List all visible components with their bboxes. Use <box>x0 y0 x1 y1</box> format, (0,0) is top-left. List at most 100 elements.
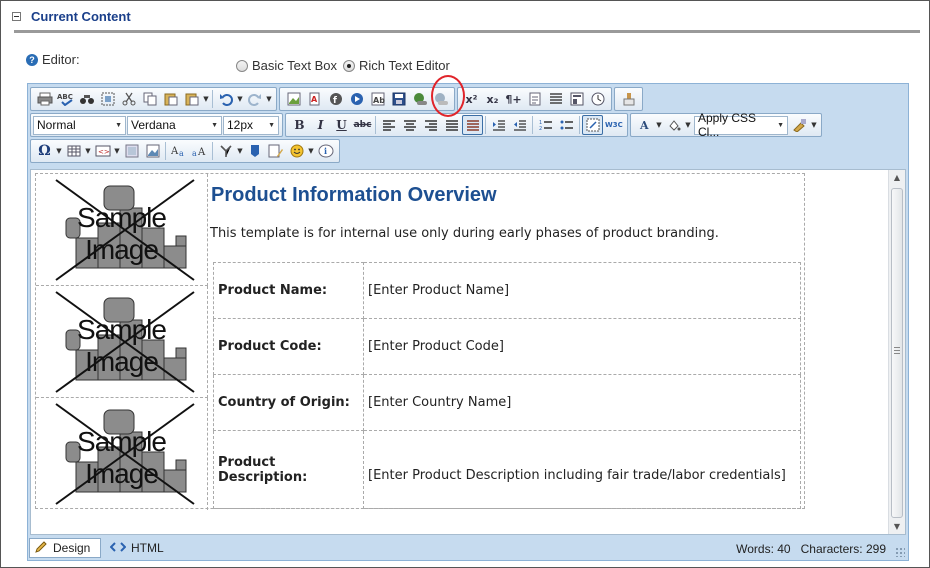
format-code-block-icon[interactable] <box>789 115 810 135</box>
html-mode-tab[interactable]: HTML <box>106 538 168 558</box>
template-manager-icon[interactable]: Ab <box>367 89 388 109</box>
outdent-icon[interactable] <box>509 115 530 135</box>
format-block-select[interactable]: Normal ▼ <box>33 115 126 135</box>
superscript-button[interactable]: x² <box>461 89 482 109</box>
xhtml-validator-icon[interactable]: W3C <box>603 115 624 135</box>
underline-button[interactable]: U <box>331 115 352 135</box>
resize-grip-icon[interactable] <box>895 547 905 557</box>
toggle-borders-icon[interactable] <box>582 115 603 135</box>
product-code-value[interactable]: [Enter Product Code] <box>363 318 801 375</box>
product-name-label[interactable]: Product Name: <box>213 262 364 319</box>
product-description-value[interactable]: [Enter Product Description including fai… <box>363 430 801 509</box>
apply-css-class-select[interactable]: Apply CSS Cl... ▼ <box>694 111 788 139</box>
paste-dropdown-icon[interactable]: ▼ <box>202 95 210 103</box>
numbered-list-icon[interactable]: 12 <box>535 115 556 135</box>
country-of-origin-value[interactable]: [Enter Country Name] <box>363 374 801 431</box>
insert-date-icon[interactable] <box>587 89 608 109</box>
strikethrough-button[interactable]: abc <box>352 115 373 135</box>
image-manager-icon[interactable] <box>283 89 304 109</box>
bold-button[interactable]: B <box>289 115 310 135</box>
rich-text-editor-radio[interactable] <box>343 59 356 72</box>
basic-text-box-radio[interactable] <box>236 59 248 72</box>
svg-text:f: f <box>333 96 337 106</box>
sample-image[interactable]: Sample Image <box>46 290 198 394</box>
paste-icon[interactable] <box>160 89 181 109</box>
help-icon[interactable]: ? <box>26 53 38 66</box>
smiley-dropdown-icon[interactable]: ▼ <box>307 147 315 155</box>
paste-as-text-icon[interactable] <box>524 89 545 109</box>
find-replace-icon[interactable] <box>76 89 97 109</box>
print-icon[interactable] <box>34 89 55 109</box>
align-left-icon[interactable] <box>378 115 399 135</box>
bulleted-list-icon[interactable] <box>556 115 577 135</box>
insert-symbol-icon[interactable]: Ω <box>34 141 55 161</box>
scrollbar-thumb[interactable] <box>891 188 903 518</box>
form-elements-dropdown-icon[interactable]: ▼ <box>236 147 244 155</box>
fore-color-icon[interactable]: A <box>634 115 655 135</box>
subscript-button[interactable]: x₂ <box>482 89 503 109</box>
copy-icon[interactable] <box>139 89 160 109</box>
sample-image[interactable]: Sample Image <box>46 178 198 282</box>
back-color-dropdown-icon[interactable]: ▼ <box>684 121 692 129</box>
design-mode-tab[interactable]: Design <box>29 538 101 558</box>
back-color-icon[interactable] <box>663 115 684 135</box>
spellcheck-icon[interactable]: ABC <box>55 89 76 109</box>
editor-content-area[interactable]: Sample Image Sample Image Sample Image P… <box>30 169 906 535</box>
scroll-down-icon[interactable]: ▼ <box>889 520 905 534</box>
justify-icon[interactable] <box>441 115 462 135</box>
font-size-select[interactable]: 12px ▼ <box>223 115 279 135</box>
format-stripper-icon[interactable] <box>618 89 639 109</box>
insert-custom-link-icon[interactable] <box>244 141 265 161</box>
italic-button[interactable]: I <box>310 115 331 135</box>
smiley-icon[interactable] <box>286 141 307 161</box>
flash-manager-icon[interactable]: f <box>325 89 346 109</box>
undo-dropdown-icon[interactable]: ▼ <box>236 95 244 103</box>
align-justify-options-icon[interactable] <box>545 89 566 109</box>
redo-icon[interactable] <box>244 89 265 109</box>
product-code-label[interactable]: Product Code: <box>213 318 364 375</box>
convert-lowercase-icon[interactable]: Aa <box>168 141 189 161</box>
document-manager-icon[interactable]: A <box>304 89 325 109</box>
document-intro[interactable]: This template is for internal use only d… <box>210 226 719 241</box>
convert-uppercase-icon[interactable]: aA <box>189 141 210 161</box>
redo-dropdown-icon[interactable]: ▼ <box>265 95 273 103</box>
module-manager-icon[interactable] <box>566 89 587 109</box>
image-map-icon[interactable] <box>142 141 163 161</box>
country-of-origin-label[interactable]: Country of Origin: <box>213 374 364 431</box>
hyperlink-icon[interactable] <box>409 89 430 109</box>
indent-icon[interactable] <box>488 115 509 135</box>
page-properties-icon[interactable] <box>265 141 286 161</box>
format-code-dropdown-icon[interactable]: ▼ <box>810 121 818 129</box>
select-all-icon[interactable] <box>97 89 118 109</box>
image-properties-icon[interactable] <box>121 141 142 161</box>
insert-snippet-dropdown-icon[interactable]: ▼ <box>113 147 121 155</box>
insert-snippet-icon[interactable]: <> <box>92 141 113 161</box>
insert-table-dropdown-icon[interactable]: ▼ <box>84 147 92 155</box>
form-elements-icon[interactable] <box>215 141 236 161</box>
insert-table-icon[interactable] <box>63 141 84 161</box>
media-manager-icon[interactable] <box>346 89 367 109</box>
fore-color-dropdown-icon[interactable]: ▼ <box>655 121 663 129</box>
rich-text-editor-label[interactable]: Rich Text Editor <box>359 58 450 73</box>
product-name-value[interactable]: [Enter Product Name] <box>363 262 801 319</box>
undo-icon[interactable] <box>215 89 236 109</box>
paste-options-icon[interactable] <box>181 89 202 109</box>
save-template-icon[interactable] <box>388 89 409 109</box>
align-center-icon[interactable] <box>399 115 420 135</box>
document-title[interactable]: Product Information Overview <box>211 184 497 207</box>
scroll-up-icon[interactable]: ▲ <box>889 171 905 185</box>
font-name-select[interactable]: Verdana ▼ <box>127 115 222 135</box>
sample-image-line-1: Sample <box>77 313 167 345</box>
basic-text-box-label[interactable]: Basic Text Box <box>252 58 337 73</box>
remove-link-icon[interactable] <box>430 89 451 109</box>
sample-image[interactable]: Sample Image <box>46 402 198 506</box>
insert-paragraph-button[interactable]: ¶+ <box>503 89 524 109</box>
collapse-icon[interactable] <box>12 12 21 21</box>
vertical-scrollbar[interactable]: ▲ ▼ <box>888 170 905 534</box>
justify-none-icon[interactable] <box>462 115 483 135</box>
insert-symbol-dropdown-icon[interactable]: ▼ <box>55 147 63 155</box>
align-right-icon[interactable] <box>420 115 441 135</box>
cut-icon[interactable] <box>118 89 139 109</box>
about-dialog-icon[interactable]: i <box>315 141 336 161</box>
product-description-label[interactable]: Product Description: <box>213 430 364 509</box>
